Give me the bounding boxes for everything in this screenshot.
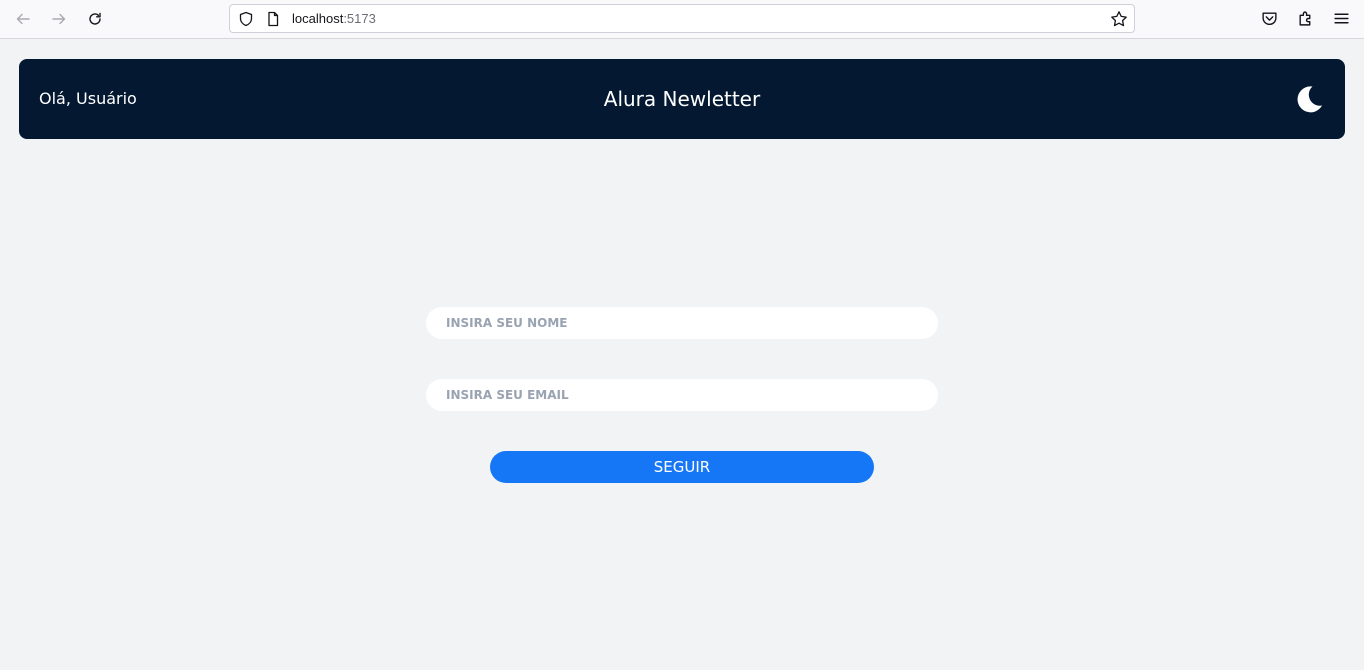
page-icon bbox=[268, 11, 279, 27]
moon-icon bbox=[1297, 86, 1322, 113]
extensions-button[interactable] bbox=[1295, 8, 1315, 28]
reload-button[interactable] bbox=[83, 7, 107, 31]
url-bar[interactable]: localhost:5173 bbox=[229, 4, 1135, 33]
follow-button[interactable]: SEGUIR bbox=[490, 451, 874, 483]
pocket-icon bbox=[1261, 11, 1277, 25]
forward-button[interactable] bbox=[47, 7, 71, 31]
page-title: Alura Newletter bbox=[603, 87, 761, 111]
email-input[interactable] bbox=[426, 379, 938, 411]
arrow-left-icon bbox=[16, 13, 30, 25]
back-button[interactable] bbox=[11, 7, 35, 31]
name-input[interactable] bbox=[426, 307, 938, 339]
pocket-button[interactable] bbox=[1259, 8, 1279, 28]
url-port: :5173 bbox=[343, 11, 376, 26]
theme-toggle-button[interactable] bbox=[1293, 83, 1325, 115]
hamburger-menu-icon bbox=[1333, 13, 1349, 23]
url-text: localhost:5173 bbox=[292, 11, 376, 26]
shield-icon[interactable] bbox=[238, 11, 254, 27]
app-header: Olá, Usuário Alura Newletter bbox=[19, 59, 1345, 139]
arrow-right-icon bbox=[52, 13, 66, 25]
menu-button[interactable] bbox=[1331, 8, 1351, 28]
puzzle-icon bbox=[1298, 11, 1310, 26]
star-icon[interactable] bbox=[1110, 10, 1128, 28]
reload-icon bbox=[89, 12, 101, 25]
browser-toolbar: localhost:5173 bbox=[0, 0, 1364, 39]
url-host: localhost bbox=[292, 11, 344, 26]
